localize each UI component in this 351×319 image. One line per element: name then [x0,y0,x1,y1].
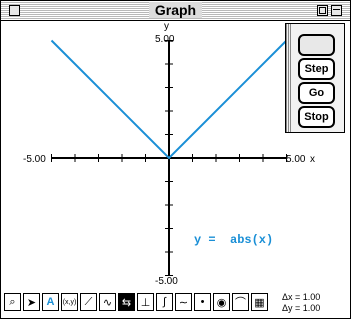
points-icon[interactable]: • [194,293,211,311]
title-bar[interactable]: Graph [1,1,350,21]
x-axis-name: x [310,154,315,165]
slider-icon[interactable]: ⇆ [118,293,135,311]
delta-y: Δy = 1.00 [282,303,321,313]
xy-icon[interactable]: (x,y) [61,293,78,311]
tangent-icon[interactable]: ⊥ [137,293,154,311]
step-deltas: Δx = 1.00 Δy = 1.00 [282,292,348,316]
animation-controller: Step Go Stop [285,23,345,133]
zoom-box[interactable] [317,5,328,16]
line-icon[interactable]: ⟋ [80,293,97,311]
grid-icon[interactable]: ▦ [251,293,268,311]
x-max-label: 5.00 [286,154,306,165]
go-button[interactable]: Go [298,82,335,104]
magnifier-icon[interactable]: ⌕ [4,293,21,311]
eye-icon[interactable]: ◉ [213,293,230,311]
window-title: Graph [148,2,203,18]
sine-icon[interactable]: ∼ [175,293,192,311]
wave-icon[interactable]: ⌒ [232,293,249,311]
area-icon[interactable]: ∫ [156,293,173,311]
arrow-icon[interactable]: ➤ [23,293,40,311]
stop-button[interactable]: Stop [298,106,335,128]
y-min-label: -5.00 [155,276,178,287]
delta-x: Δx = 1.00 [282,292,321,302]
collapse-box[interactable] [331,5,342,16]
function-label[interactable]: y = abs(x) [194,233,273,247]
curve-tool-icon[interactable]: ∿ [99,293,116,311]
graph-window: Graph 5.00 y -5.00 -5.00 5.00 x y = abs(… [0,0,351,319]
eraser-icon[interactable] [298,34,335,56]
text-A-icon[interactable]: A [42,293,59,311]
tool-palette: ⌕ ➤ A (x,y) ⟋ ∿ ⇆ ⊥ ∫ ∼ • ◉ ⌒ ▦ [4,293,274,315]
y-axis-name: y [164,21,169,32]
step-button[interactable]: Step [298,58,335,80]
x-min-label: -5.00 [23,154,46,165]
y-max-label: 5.00 [155,34,175,45]
controller-drag-bar[interactable] [286,24,291,132]
